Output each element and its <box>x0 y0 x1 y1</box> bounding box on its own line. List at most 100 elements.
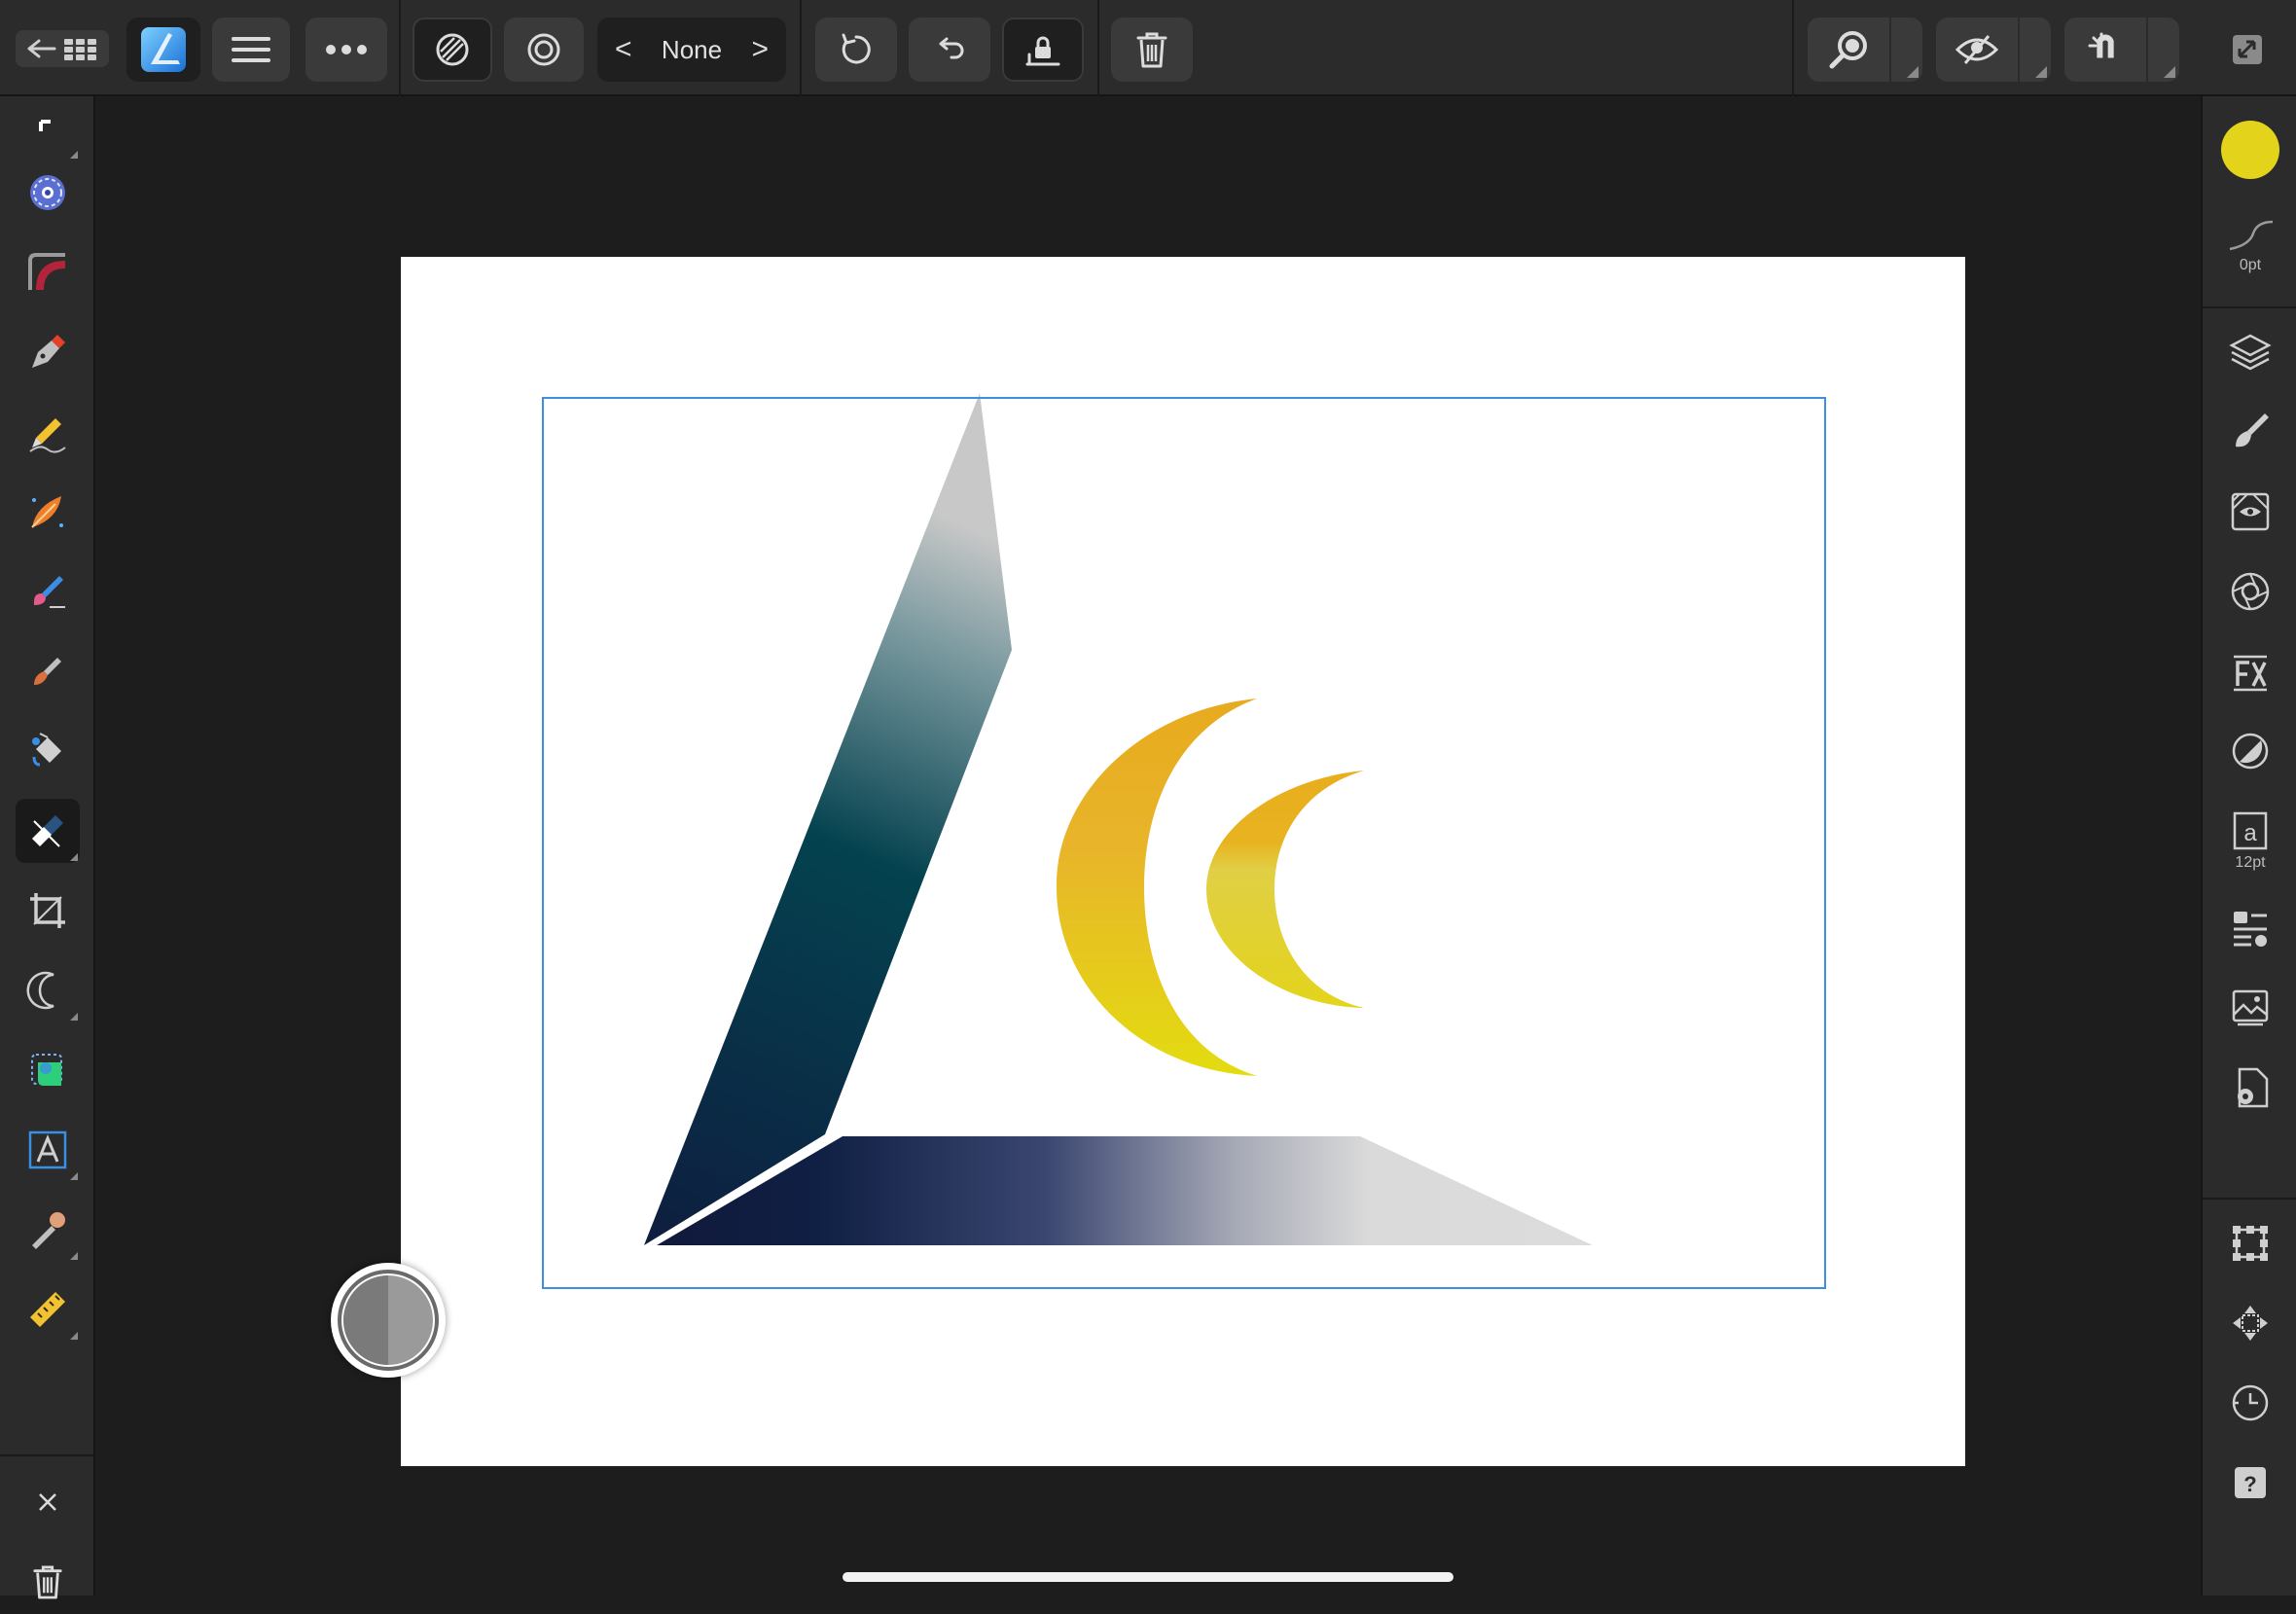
persona-button[interactable] <box>126 18 200 82</box>
assets-icon <box>2234 912 2267 947</box>
home-indicator[interactable] <box>843 1572 1453 1582</box>
next-selection-button[interactable]: > <box>751 33 769 66</box>
more-icon <box>326 45 367 54</box>
document-setup-icon <box>2238 1067 2269 1108</box>
close-icon <box>39 1493 56 1511</box>
stroke-icon <box>2229 220 2274 251</box>
fill-color-circle-icon <box>2221 121 2279 179</box>
transform-icon <box>2233 1226 2268 1261</box>
pen-tool-icon <box>32 335 65 368</box>
tools-panel <box>0 96 95 1599</box>
previous-selection-button[interactable]: < <box>615 33 632 66</box>
crop-tool-icon <box>30 893 65 928</box>
hatch-mode-button[interactable] <box>413 18 492 82</box>
lock-button[interactable] <box>1002 18 1084 82</box>
assets-studio-button[interactable] <box>2218 896 2282 960</box>
text-tool[interactable] <box>16 1118 80 1182</box>
history-icon <box>2232 1384 2269 1421</box>
styles-studio-button[interactable] <box>2218 480 2282 544</box>
more-button[interactable] <box>305 18 387 82</box>
fill-tool[interactable] <box>16 719 80 783</box>
brushes-studio-button[interactable] <box>2218 400 2282 464</box>
transparency-tool-icon <box>32 815 63 847</box>
mode-hatch-icon <box>436 33 469 66</box>
paint-brush-icon <box>34 658 61 685</box>
color-picker-tool[interactable] <box>16 1198 80 1262</box>
pencil-tool[interactable] <box>16 400 80 464</box>
toolbar-divider <box>1792 0 1794 96</box>
transparency-tool[interactable] <box>16 799 80 863</box>
fill-color-swatch[interactable] <box>2218 118 2282 182</box>
stroke-width-control[interactable]: 0pt <box>2218 201 2282 289</box>
menu-icon <box>232 37 270 62</box>
frame-tool-icon <box>31 1054 62 1086</box>
modifier-button[interactable] <box>331 1263 446 1378</box>
selection-bounding-box[interactable] <box>542 397 1826 1289</box>
navigator-icon <box>2233 1306 2268 1341</box>
fullscreen-icon <box>2233 35 2262 64</box>
text-size-label: 12pt <box>2235 854 2266 871</box>
toolbar-divider <box>800 0 802 96</box>
panel-divider <box>2203 1198 2296 1200</box>
undo-button[interactable] <box>815 18 897 82</box>
ruler-tool[interactable] <box>16 1277 80 1342</box>
snapping-button[interactable] <box>2064 18 2146 82</box>
selection-navigator: < None > <box>597 18 786 82</box>
vector-brush-tool[interactable] <box>16 480 80 544</box>
help-button[interactable]: ? <box>2218 1451 2282 1515</box>
top-toolbar: < None > <box>0 0 2296 96</box>
view-mode-button[interactable] <box>1936 18 2018 82</box>
toolbar-divider <box>399 0 401 96</box>
menu-button[interactable] <box>212 18 290 82</box>
text-styles-icon: a <box>2233 811 2268 850</box>
transform-studio-button[interactable] <box>2218 1211 2282 1275</box>
navigator-studio-button[interactable] <box>2218 1291 2282 1355</box>
zoom-button[interactable] <box>1808 18 1889 82</box>
crescent-shape-tool[interactable] <box>16 958 80 1022</box>
stock-icon <box>2232 989 2269 1026</box>
delete-button[interactable] <box>1111 18 1193 82</box>
pixel-brush-tool[interactable] <box>16 559 80 624</box>
layers-icon <box>2229 334 2272 371</box>
stroke-width-label: 0pt <box>2239 257 2262 273</box>
crop-tool[interactable] <box>16 879 80 943</box>
modifier-circle-icon <box>338 1270 439 1371</box>
fill-tool-icon <box>32 733 61 767</box>
stock-studio-button[interactable] <box>2218 976 2282 1040</box>
node-tool[interactable] <box>16 161 80 225</box>
text-styles-studio-button[interactable]: a 12pt <box>2218 799 2282 882</box>
svg-text:a: a <box>2243 820 2257 846</box>
adjustments-studio-button[interactable] <box>2218 719 2282 783</box>
document-setup-button[interactable] <box>2218 1056 2282 1120</box>
zoom-options-button[interactable] <box>1891 18 1922 82</box>
trash-button[interactable] <box>16 1550 80 1614</box>
move-tool[interactable] <box>16 96 80 161</box>
move-tool-icon <box>39 120 51 131</box>
shape-crescent-icon <box>26 971 54 1010</box>
delete-icon <box>1136 32 1167 68</box>
ruler-tool-icon <box>30 1292 65 1327</box>
snapping-options-button[interactable] <box>2148 18 2179 82</box>
tools-divider <box>0 1454 95 1456</box>
panel-divider <box>2203 306 2296 308</box>
lock-icon <box>1025 36 1060 66</box>
frame-tool[interactable] <box>16 1038 80 1102</box>
redo-button[interactable] <box>909 18 990 82</box>
fx-studio-button[interactable] <box>2218 639 2282 703</box>
pen-tool[interactable] <box>16 320 80 384</box>
help-icon: ? <box>2235 1467 2266 1498</box>
affinity-logo-icon <box>141 27 186 72</box>
back-to-documents-button[interactable] <box>16 30 109 67</box>
corner-tool[interactable] <box>16 240 80 305</box>
trash-icon <box>33 1565 62 1599</box>
paint-brush-tool[interactable] <box>16 639 80 703</box>
fullscreen-button[interactable] <box>2220 18 2275 82</box>
circles-mode-button[interactable] <box>504 18 584 82</box>
close-button[interactable] <box>16 1470 80 1534</box>
history-studio-button[interactable] <box>2218 1371 2282 1435</box>
layers-studio-button[interactable] <box>2218 320 2282 384</box>
selection-label: None <box>661 34 723 64</box>
appearance-studio-button[interactable] <box>2218 559 2282 624</box>
view-options-button[interactable] <box>2020 18 2051 82</box>
help-glyph: ? <box>2243 1472 2256 1496</box>
